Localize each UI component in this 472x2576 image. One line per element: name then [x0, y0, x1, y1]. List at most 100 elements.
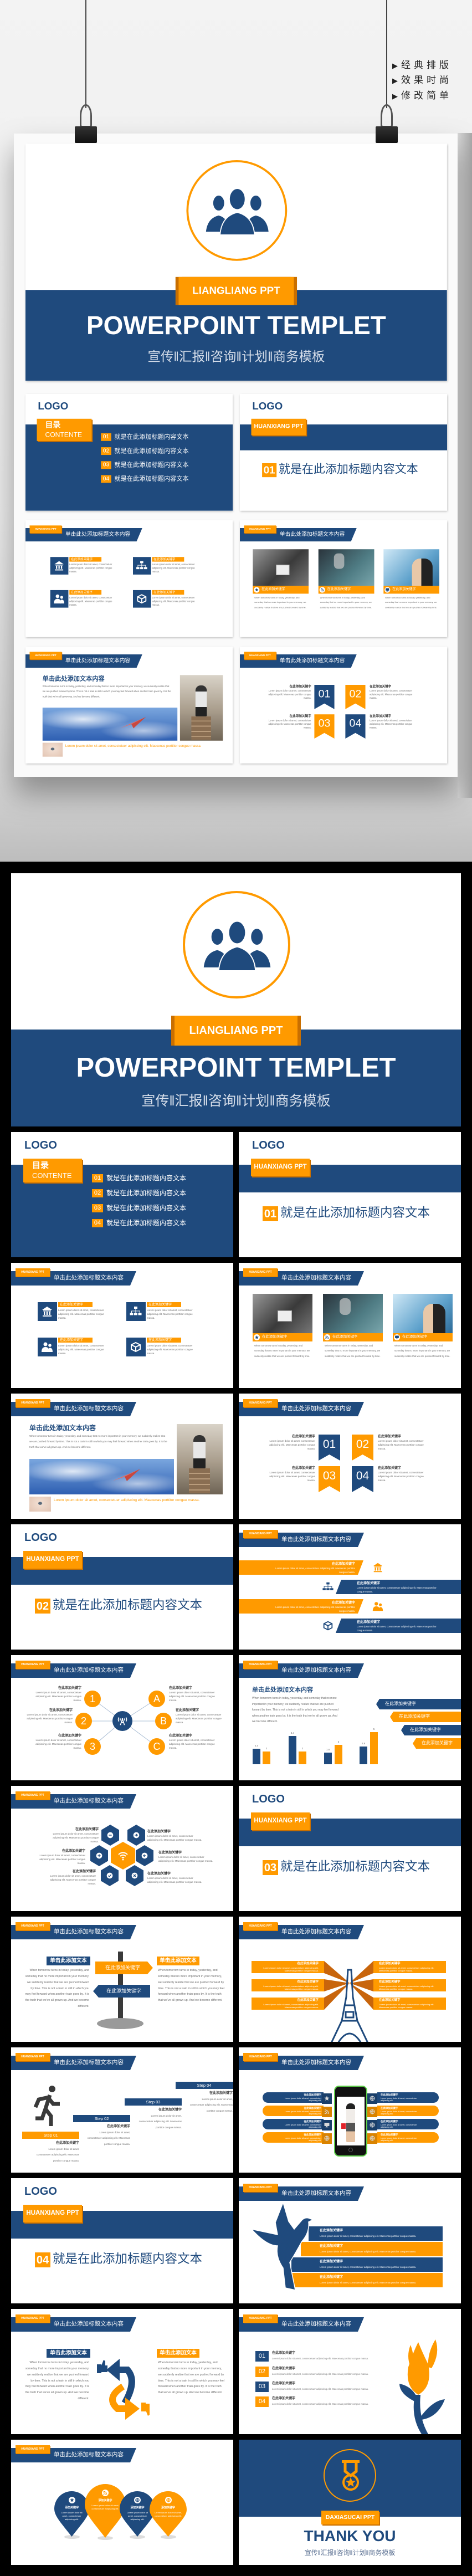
section-tag: HUANXIANG PPT: [251, 418, 306, 436]
photo: [323, 1294, 383, 1333]
icon-tile: [126, 1338, 146, 1356]
keyword: 在此添加关键字: [289, 685, 311, 689]
binder-clip-icon: [376, 126, 398, 143]
text-block: 在此添加关键字 Lorem ipsum dolor sit amet, conse…: [370, 715, 415, 730]
lorem-text: Lorem ipsum dolor sit amet, consectetuer…: [381, 2097, 417, 2102]
cover-badge: LIANGLIANG PPT: [178, 276, 294, 305]
toc-item-text: 就是在此添加标题内容文本: [114, 447, 189, 455]
circle-label: 3: [89, 1741, 95, 1752]
photo-caption-bar: 在此添加关键字: [253, 586, 309, 594]
icon-tile: [50, 557, 69, 575]
org-icon: [322, 1582, 334, 1590]
lorem-text: Lorem ipsum dolor sit amet, consectetuer…: [275, 1606, 355, 1612]
wall-shadow: [458, 133, 472, 798]
icon-tile: [50, 590, 69, 608]
toc-num-box: 01: [92, 1174, 103, 1182]
feature-item: ▶ 修改简单: [392, 88, 452, 101]
eiffel-tower-icon: [331, 1969, 368, 2042]
toc-num-box: 02: [92, 1189, 103, 1197]
feature-item: ▶ 经典排版: [392, 57, 452, 71]
slide-toc: LOGO 目录 CONTENTE 01 就是在此添加标题内容文本 02 就是在此添加标题内容…: [11, 1132, 233, 1257]
section-num: 02: [36, 1600, 49, 1612]
photo: [253, 549, 309, 586]
header-tag-text: HUANXIANG PPT: [21, 1924, 44, 1928]
text-block: 在此添加关键字 Lorem ipsum dolor sit amet, conse…: [176, 1709, 225, 1725]
toc-num-box: 03: [92, 1204, 103, 1212]
photo-caption-bar: 在此添加关键字: [393, 1333, 453, 1341]
star-icon: [255, 588, 259, 592]
icon-tile: [38, 1338, 57, 1356]
people-icon: [372, 1602, 383, 1611]
pin-lorem: Lorem ipsum dolor sit amet, consectetuer…: [154, 2511, 182, 2518]
step-label: Step 04: [197, 2083, 212, 2088]
feature-item: ▶ 效果时尚: [392, 72, 452, 86]
pill-right: 在此添加关键字 Lorem ipsum dolor sit amet, conse…: [377, 2106, 439, 2116]
section-num-box: 03: [263, 1860, 278, 1875]
lorem-text: Lorem ipsum dolor sit amet, consectetuer…: [39, 1854, 85, 1865]
sign-text: 在此添加关键字: [106, 1988, 142, 1994]
feature-text: 修改简单: [401, 90, 452, 101]
ribbon-num: 04: [356, 1469, 370, 1482]
lorem-text: Lorem ipsum dolor sit amet, consectetuer…: [176, 1713, 222, 1724]
keyword: 在此添加关键字: [304, 2093, 322, 2096]
chart-data-label: 3: [337, 1740, 340, 1744]
slide-section-1: LOGO HUANXIANG PPT 01 就是在此添加标题内容文本: [240, 394, 448, 511]
slide-ribbons: HUANXIANG PPT 单击此处添加标题文本内容 01 在此添加关键字 Lorem …: [239, 1394, 461, 1519]
keyword: 在此添加关键字: [71, 557, 93, 561]
pin-icon-circle: [68, 2497, 75, 2503]
photo: [253, 1294, 312, 1333]
photo-caption-bar: 在此添加关键字: [323, 1333, 383, 1341]
step-bar: Step 02: [73, 2115, 130, 2122]
toc-num: 02: [102, 448, 110, 454]
header-tag-badge: HUANXIANG PPT: [16, 1922, 50, 1930]
text-block: 在此添加关键字 Lorem ipsum dolor sit amet, conse…: [22, 2142, 79, 2164]
slide-section-4: LOGO HUANXIANG PPT 04 就是在此添加标题内容文本: [11, 2178, 233, 2303]
books-stack: [189, 1468, 210, 1493]
caption-icon-circle: [254, 1334, 260, 1340]
header-tag-text: HUANXIANG PPT: [249, 2317, 272, 2320]
header-tag-badge: HUANXIANG PPT: [243, 1399, 278, 1407]
heading-box-orange: 单击此添加文本: [157, 2349, 199, 2358]
logo: LOGO: [24, 2185, 57, 2198]
text-block: 在此添加关键字 Lorem ipsum dolor sit amet, conse…: [381, 2120, 417, 2129]
header-tag-text: HUANXIANG PPT: [21, 1271, 44, 1274]
keyword: 在此添加关键字: [72, 1870, 96, 1873]
text-block: 在此添加关键字 Lorem ipsum dolor sit amet, conse…: [266, 685, 311, 700]
box-icon: [323, 1621, 333, 1631]
toc-num-box: 03: [101, 461, 111, 469]
monitor-icon: [395, 1335, 399, 1339]
header-title: 单击此处添加标题文本内容: [281, 1536, 351, 1543]
keyword: 在此添加关键字: [392, 587, 416, 591]
binder-clip-wire: [381, 104, 393, 127]
content-heading: 单击此处添加文本内容: [252, 1687, 313, 1693]
content-heading: 单击此处添加文本内容: [29, 1424, 96, 1432]
thanks-badge: DAXIASUCAI PPT: [321, 2511, 379, 2524]
lorem-text: Lorem ipsum dolor sit amet, consectetuer…: [285, 2110, 321, 2116]
number-box: 04: [255, 2396, 269, 2407]
icon-square: [367, 2107, 377, 2117]
lorem-paragraph: When tomorrow turns in today, yesterday,…: [158, 2361, 225, 2395]
icon-square: [322, 2093, 332, 2104]
lorem-text: Lorem ipsum dolor sit amet, consectetuer…: [285, 2097, 321, 2102]
lorem-paragraph: When tomorrow turns in today, yesterday,…: [252, 1697, 339, 1723]
keyword: 在此添加关键字: [331, 1563, 355, 1566]
woman-figure: [195, 685, 207, 716]
lorem-text: Lorem ipsum dolor sit amet, consectetuer…: [35, 1739, 81, 1749]
caption-icon-circle: [319, 587, 325, 593]
bank-icon: [54, 561, 64, 571]
ribbon-num: 03: [318, 717, 331, 730]
text-block: 在此添加关键字 Lorem ipsum dolor sit amet, conse…: [32, 1734, 81, 1750]
icon-tile: [133, 590, 151, 608]
header-tag-text: HUANXIANG PPT: [35, 528, 57, 531]
slide-section-1: LOGO HUANXIANG PPT 01 就是在此添加标题内容文本: [239, 1132, 461, 1257]
keyword: 在此添加关键字: [176, 1709, 199, 1712]
lorem-text: Lorem ipsum dolor sit amet, consectetuer…: [378, 1471, 424, 1482]
header-title: 单击此处添加标题文本内容: [54, 1928, 124, 1935]
toc-item: 01 就是在此添加标题内容文本: [92, 1174, 203, 1183]
rss-icon: [324, 2109, 329, 2114]
cover-badge-text: LIANGLIANG PPT: [192, 285, 280, 297]
sign-text: 在此添加关键字: [105, 1965, 141, 1970]
star-icon: [255, 1335, 259, 1339]
header-tag-badge: HUANXIANG PPT: [16, 1661, 50, 1669]
runner-icon: [33, 2086, 60, 2126]
